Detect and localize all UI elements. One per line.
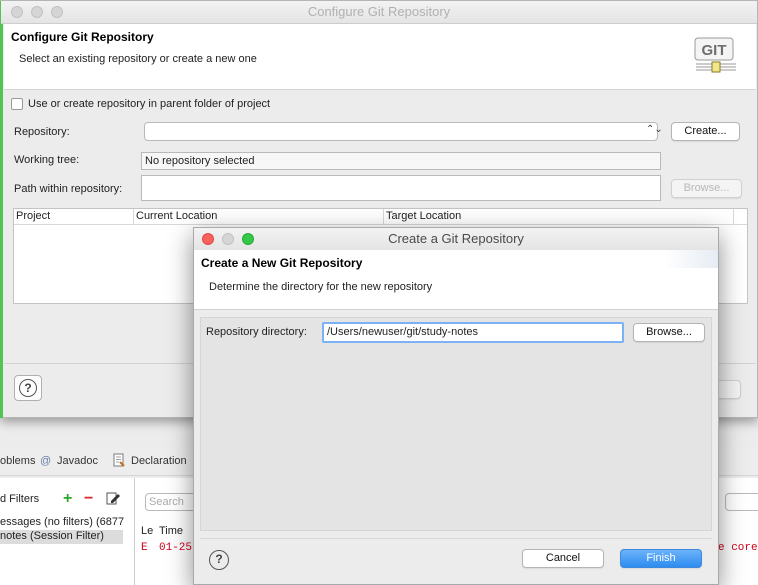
dialog-page-title: Create a New Git Repository <box>201 256 363 270</box>
table-header-divider <box>14 224 747 225</box>
dialog-titlebar: Create a Git Repository <box>194 228 718 251</box>
filters-title: d Filters <box>0 493 40 505</box>
dialog-footer-divider <box>200 538 712 539</box>
logcat-filters-panel: d Filters + − essages (no filters) (6877… <box>0 478 135 585</box>
dialog-header: Create a New Git Repository Determine th… <box>194 250 718 310</box>
log-row-time: 01-25 <box>159 542 193 554</box>
log-row-level: E <box>141 542 148 554</box>
configure-titlebar: Configure Git Repository <box>1 1 757 24</box>
tab-problems[interactable]: oblems <box>0 455 35 467</box>
logcat-level-select[interactable] <box>725 493 758 511</box>
repository-directory-input[interactable]: /Users/newuser/git/study-notes <box>322 322 624 343</box>
working-tree-field: No repository selected <box>141 152 661 170</box>
help-button[interactable]: ? <box>14 375 42 401</box>
working-tree-label: Working tree: <box>14 154 80 166</box>
filter-all-messages[interactable]: essages (no filters) (6877 <box>0 516 135 528</box>
repository-directory-label: Repository directory: <box>206 326 307 338</box>
cancel-button[interactable]: Cancel <box>522 549 604 568</box>
dialog-body: Repository directory: /Users/newuser/git… <box>200 317 712 531</box>
create-button[interactable]: Create... <box>671 122 740 141</box>
col-target-location[interactable]: Target Location <box>384 209 734 224</box>
javadoc-icon: @ <box>40 455 52 467</box>
add-filter-icon[interactable]: + <box>63 490 72 508</box>
path-within-repository-field[interactable] <box>141 175 661 201</box>
parent-folder-label: Use or create repository in parent folde… <box>28 98 271 110</box>
col-time: Time <box>159 525 184 537</box>
col-current-location[interactable]: Current Location <box>134 209 384 224</box>
tab-javadoc[interactable]: Javadoc <box>57 455 98 467</box>
browse-path-button[interactable]: Browse... <box>671 179 742 198</box>
page-subtitle: Select an existing repository or create … <box>19 53 257 65</box>
dialog-page-subtitle: Determine the directory for the new repo… <box>209 281 433 293</box>
window-focus-edge <box>0 1 3 418</box>
dialog-zoom-button[interactable] <box>242 233 254 245</box>
tab-declaration[interactable]: Declaration <box>131 455 187 467</box>
help-icon: ? <box>19 379 37 397</box>
col-project[interactable]: Project <box>14 209 134 224</box>
git-logo-icon: GIT <box>694 36 738 74</box>
log-row-message: e core <box>718 542 758 554</box>
git-logo-text: GIT <box>702 42 727 59</box>
dialog-banner-graphic <box>664 250 718 268</box>
finish-button[interactable]: Finish <box>620 549 702 568</box>
dialog-title: Create a Git Repository <box>388 231 524 246</box>
page-title: Configure Git Repository <box>11 30 154 44</box>
edit-filter-icon[interactable] <box>105 490 121 509</box>
dialog-close-button[interactable] <box>202 233 214 245</box>
repository-label: Repository: <box>14 126 70 138</box>
zoom-button[interactable] <box>51 6 63 18</box>
repository-select[interactable] <box>144 122 658 141</box>
declaration-icon <box>112 453 126 471</box>
col-level: Le <box>141 525 154 537</box>
select-chevron-icon: ⌃⌄ <box>646 124 663 135</box>
window-title: Configure Git Repository <box>307 4 451 19</box>
dialog-help-icon: ? <box>209 550 229 570</box>
minimize-button[interactable] <box>31 6 43 18</box>
dialog-help-button[interactable]: ? <box>207 548 231 572</box>
remove-filter-icon[interactable]: − <box>84 490 93 508</box>
dialog-minimize-button[interactable] <box>222 233 234 245</box>
configure-header: Configure Git Repository Select an exist… <box>4 24 756 90</box>
path-within-repository-label: Path within repository: <box>14 183 123 195</box>
filter-session-notes[interactable]: notes (Session Filter) <box>0 530 123 544</box>
create-git-repository-dialog: Create a Git Repository Create a New Git… <box>193 227 719 585</box>
close-button[interactable] <box>11 6 23 18</box>
parent-folder-checkbox[interactable] <box>11 98 23 110</box>
browse-directory-button[interactable]: Browse... <box>633 323 705 342</box>
